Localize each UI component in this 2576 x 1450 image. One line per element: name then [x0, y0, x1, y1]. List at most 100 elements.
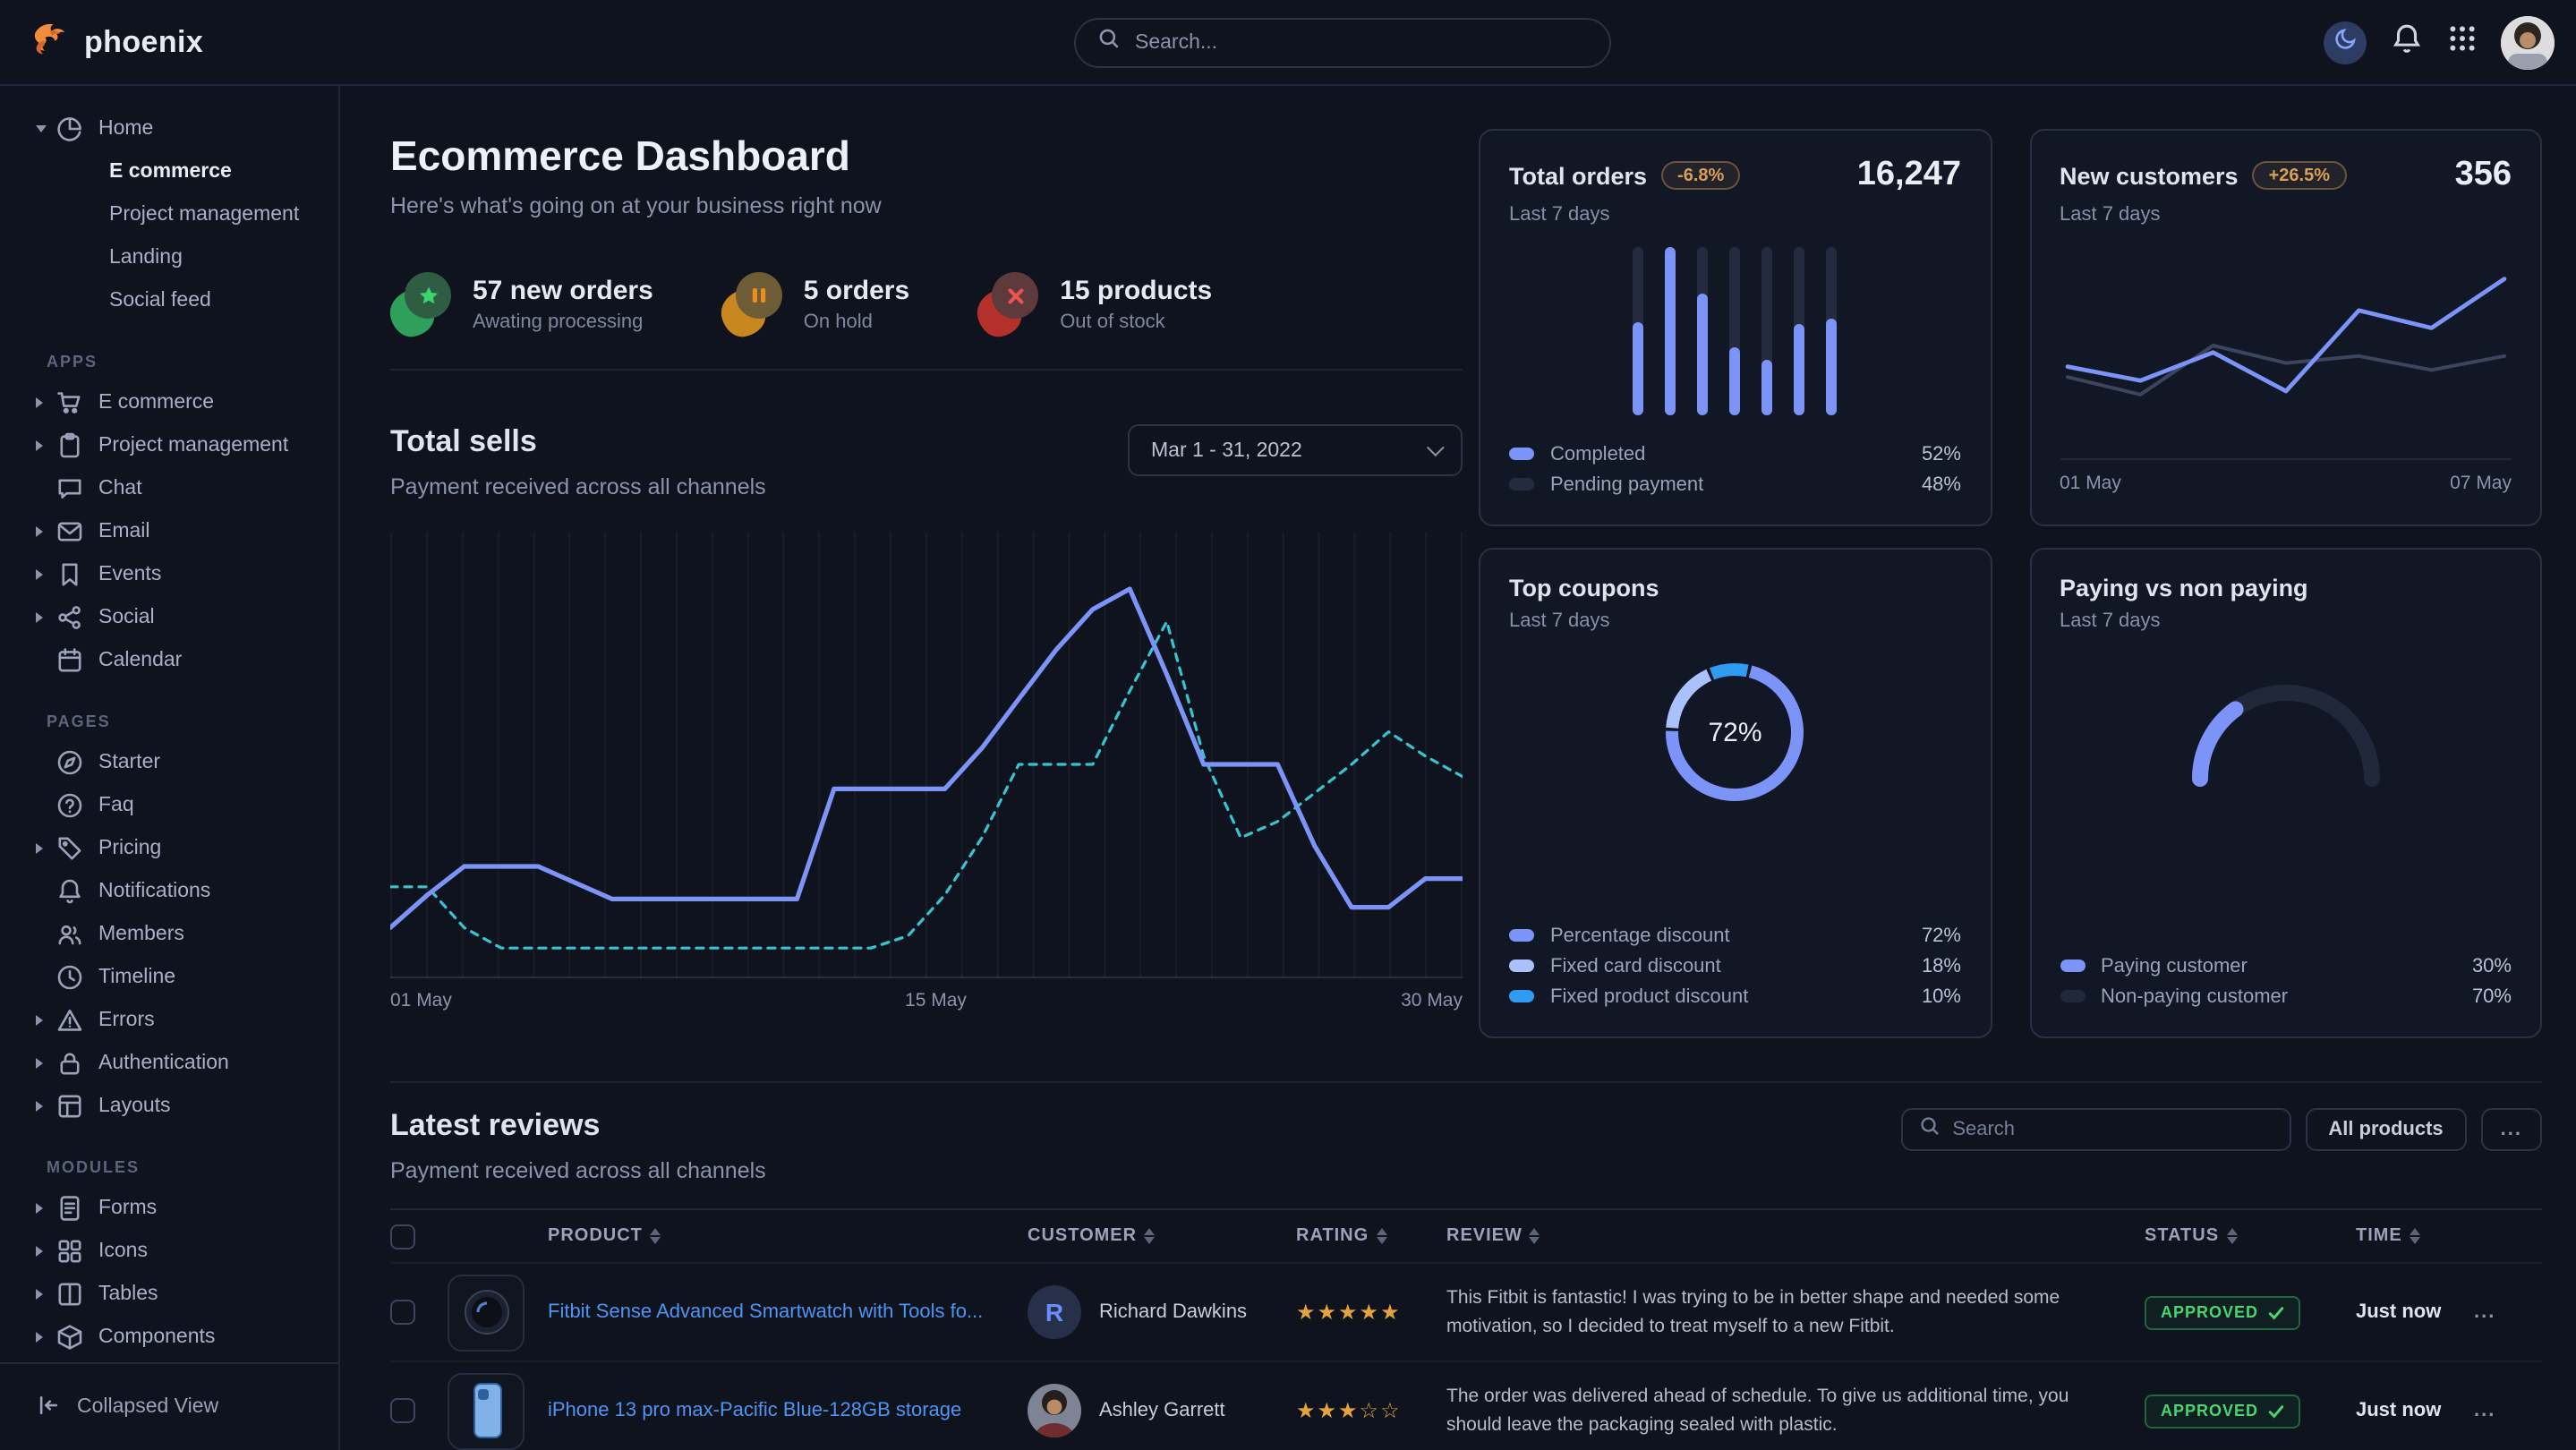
sidebar-item-label: Social — [98, 607, 155, 628]
sidebar-item-errors[interactable]: Errors — [0, 999, 338, 1042]
main-content: Ecommerce Dashboard Here's what's going … — [340, 86, 2576, 1450]
x-axis-label: 30 May — [1401, 990, 1463, 1011]
search-input[interactable] — [1135, 31, 1588, 53]
top-coupons-card: Top coupons Last 7 days 72% Percentage d… — [1479, 548, 1992, 1038]
theme-toggle-button[interactable] — [2324, 21, 2367, 64]
sidebar-item-components[interactable]: Components — [0, 1316, 338, 1359]
bookmark-icon — [55, 560, 84, 589]
sidebar-item-label: Authentication — [98, 1053, 229, 1074]
search-icon — [1097, 26, 1121, 58]
sidebar-item-chat[interactable]: Chat — [0, 467, 338, 510]
card-value: 16,247 — [1857, 156, 1961, 195]
sidebar-item-label: Chat — [98, 478, 142, 499]
legend-swatch — [1509, 478, 1534, 490]
sidebar-item-pricing[interactable]: Pricing — [0, 827, 338, 870]
avatar: R — [1028, 1285, 1081, 1339]
product-thumbnail[interactable] — [448, 1274, 525, 1351]
sidebar-item-label: Pricing — [98, 838, 161, 859]
column-header-time[interactable]: TIME — [2356, 1226, 2474, 1246]
column-header-product[interactable]: PRODUCT — [548, 1226, 1028, 1246]
sidebar-subitem-e-commerce[interactable]: E commerce — [0, 150, 338, 193]
sidebar-item-label: Tables — [98, 1284, 158, 1305]
question-icon — [55, 791, 84, 820]
legend-swatch — [1509, 990, 1534, 1002]
caret-right-icon — [36, 1332, 55, 1343]
sidebar-item-calendar[interactable]: Calendar — [0, 639, 338, 682]
table-row: Fitbit Sense Advanced Smartwatch with To… — [390, 1264, 2542, 1362]
column-header-review[interactable]: REVIEW — [1446, 1226, 2145, 1246]
sidebar-item-timeline[interactable]: Timeline — [0, 956, 338, 999]
column-header-customer[interactable]: CUSTOMER — [1028, 1226, 1296, 1246]
total-sells-title: Total sells — [390, 424, 766, 460]
more-options-button[interactable]: ... — [2481, 1108, 2542, 1151]
sidebar-subitem-landing[interactable]: Landing — [0, 236, 338, 279]
sidebar-item-faq[interactable]: Faq — [0, 784, 338, 827]
sidebar-item-layouts[interactable]: Layouts — [0, 1085, 338, 1128]
order-bar — [1827, 247, 1838, 415]
box-icon — [55, 1323, 84, 1352]
sidebar-item-social[interactable]: Social — [0, 596, 338, 639]
order-bar — [1633, 247, 1644, 415]
legend-value: 48% — [1922, 473, 1961, 495]
product-link[interactable]: Fitbit Sense Advanced Smartwatch with To… — [548, 1301, 1028, 1323]
legend-label: Fixed card discount — [1550, 955, 1721, 977]
legend-value: 30% — [2472, 955, 2512, 977]
reviews-search[interactable] — [1900, 1108, 2290, 1151]
card-period: Last 7 days — [1509, 610, 1961, 632]
order-bar — [1795, 247, 1805, 415]
sidebar-item-project-management[interactable]: Project management — [0, 424, 338, 467]
row-menu-button[interactable]: ... — [2474, 1400, 2542, 1421]
tablecols-icon — [55, 1280, 84, 1309]
sidebar-item-events[interactable]: Events — [0, 553, 338, 596]
legend-value: 10% — [1922, 985, 1961, 1007]
sidebar-section-label: APPS — [0, 342, 338, 381]
review-text: This Fitbit is fantastic! I was trying t… — [1446, 1283, 2145, 1341]
legend-value: 72% — [1922, 925, 1961, 946]
sidebar-item-members[interactable]: Members — [0, 913, 338, 956]
sidebar-subitem-project-management[interactable]: Project management — [0, 193, 338, 236]
sidebar-item-tables[interactable]: Tables — [0, 1273, 338, 1316]
sidebar-item-email[interactable]: Email — [0, 510, 338, 553]
total-sells-chart — [390, 532, 1463, 979]
x-axis-label: 15 May — [905, 990, 967, 1011]
sidebar-item-label: Errors — [98, 1010, 155, 1031]
collapsed-view-toggle[interactable]: Collapsed View — [0, 1362, 338, 1450]
row-menu-button[interactable]: ... — [2474, 1301, 2542, 1323]
brand-name: phoenix — [84, 24, 203, 60]
row-checkbox[interactable] — [390, 1398, 415, 1423]
sidebar-item-home[interactable]: Home — [0, 107, 338, 150]
orders-bar-chart — [1633, 247, 1838, 415]
page-subtitle: Here's what's going on at your business … — [390, 193, 1463, 218]
brand-logo[interactable]: phoenix — [30, 18, 203, 66]
sidebar-item-authentication[interactable]: Authentication — [0, 1042, 338, 1085]
sidebar-item-notifications[interactable]: Notifications — [0, 870, 338, 913]
column-header-rating[interactable]: RATING — [1296, 1226, 1446, 1246]
stat-sublabel: On hold — [804, 311, 909, 333]
select-all-checkbox[interactable] — [390, 1224, 415, 1249]
legend-row: Fixed card discount18% — [1509, 951, 1961, 981]
reviews-subtitle: Payment received across all channels — [390, 1158, 766, 1183]
sidebar-item-e-commerce[interactable]: E commerce — [0, 381, 338, 424]
x-axis-label: 01 May — [2060, 473, 2121, 494]
sidebar-item-icons[interactable]: Icons — [0, 1230, 338, 1273]
user-avatar[interactable] — [2501, 15, 2555, 69]
product-link[interactable]: iPhone 13 pro max-Pacific Blue-128GB sto… — [548, 1400, 1028, 1421]
sidebar-item-label: Project management — [98, 435, 288, 456]
apps-grid-button[interactable] — [2447, 22, 2478, 62]
date-range-select[interactable]: Mar 1 - 31, 2022 — [1128, 424, 1463, 476]
sidebar-item-label: Events — [98, 564, 161, 585]
legend-label: Percentage discount — [1550, 925, 1730, 946]
column-header-status[interactable]: STATUS — [2145, 1226, 2356, 1246]
sidebar-subitem-social-feed[interactable]: Social feed — [0, 279, 338, 322]
navbar-search[interactable] — [1074, 17, 1611, 67]
all-products-button[interactable]: All products — [2305, 1108, 2466, 1151]
reviews-search-input[interactable] — [1952, 1119, 2273, 1140]
new-customers-axis: 01 May07 May — [2060, 458, 2512, 494]
product-thumbnail[interactable] — [448, 1372, 525, 1449]
sidebar-item-starter[interactable]: Starter — [0, 741, 338, 784]
legend-label: Paying customer — [2101, 955, 2248, 977]
notifications-button[interactable] — [2390, 21, 2424, 64]
sidebar-item-forms[interactable]: Forms — [0, 1187, 338, 1230]
row-checkbox[interactable] — [390, 1300, 415, 1325]
order-bar — [1698, 247, 1709, 415]
